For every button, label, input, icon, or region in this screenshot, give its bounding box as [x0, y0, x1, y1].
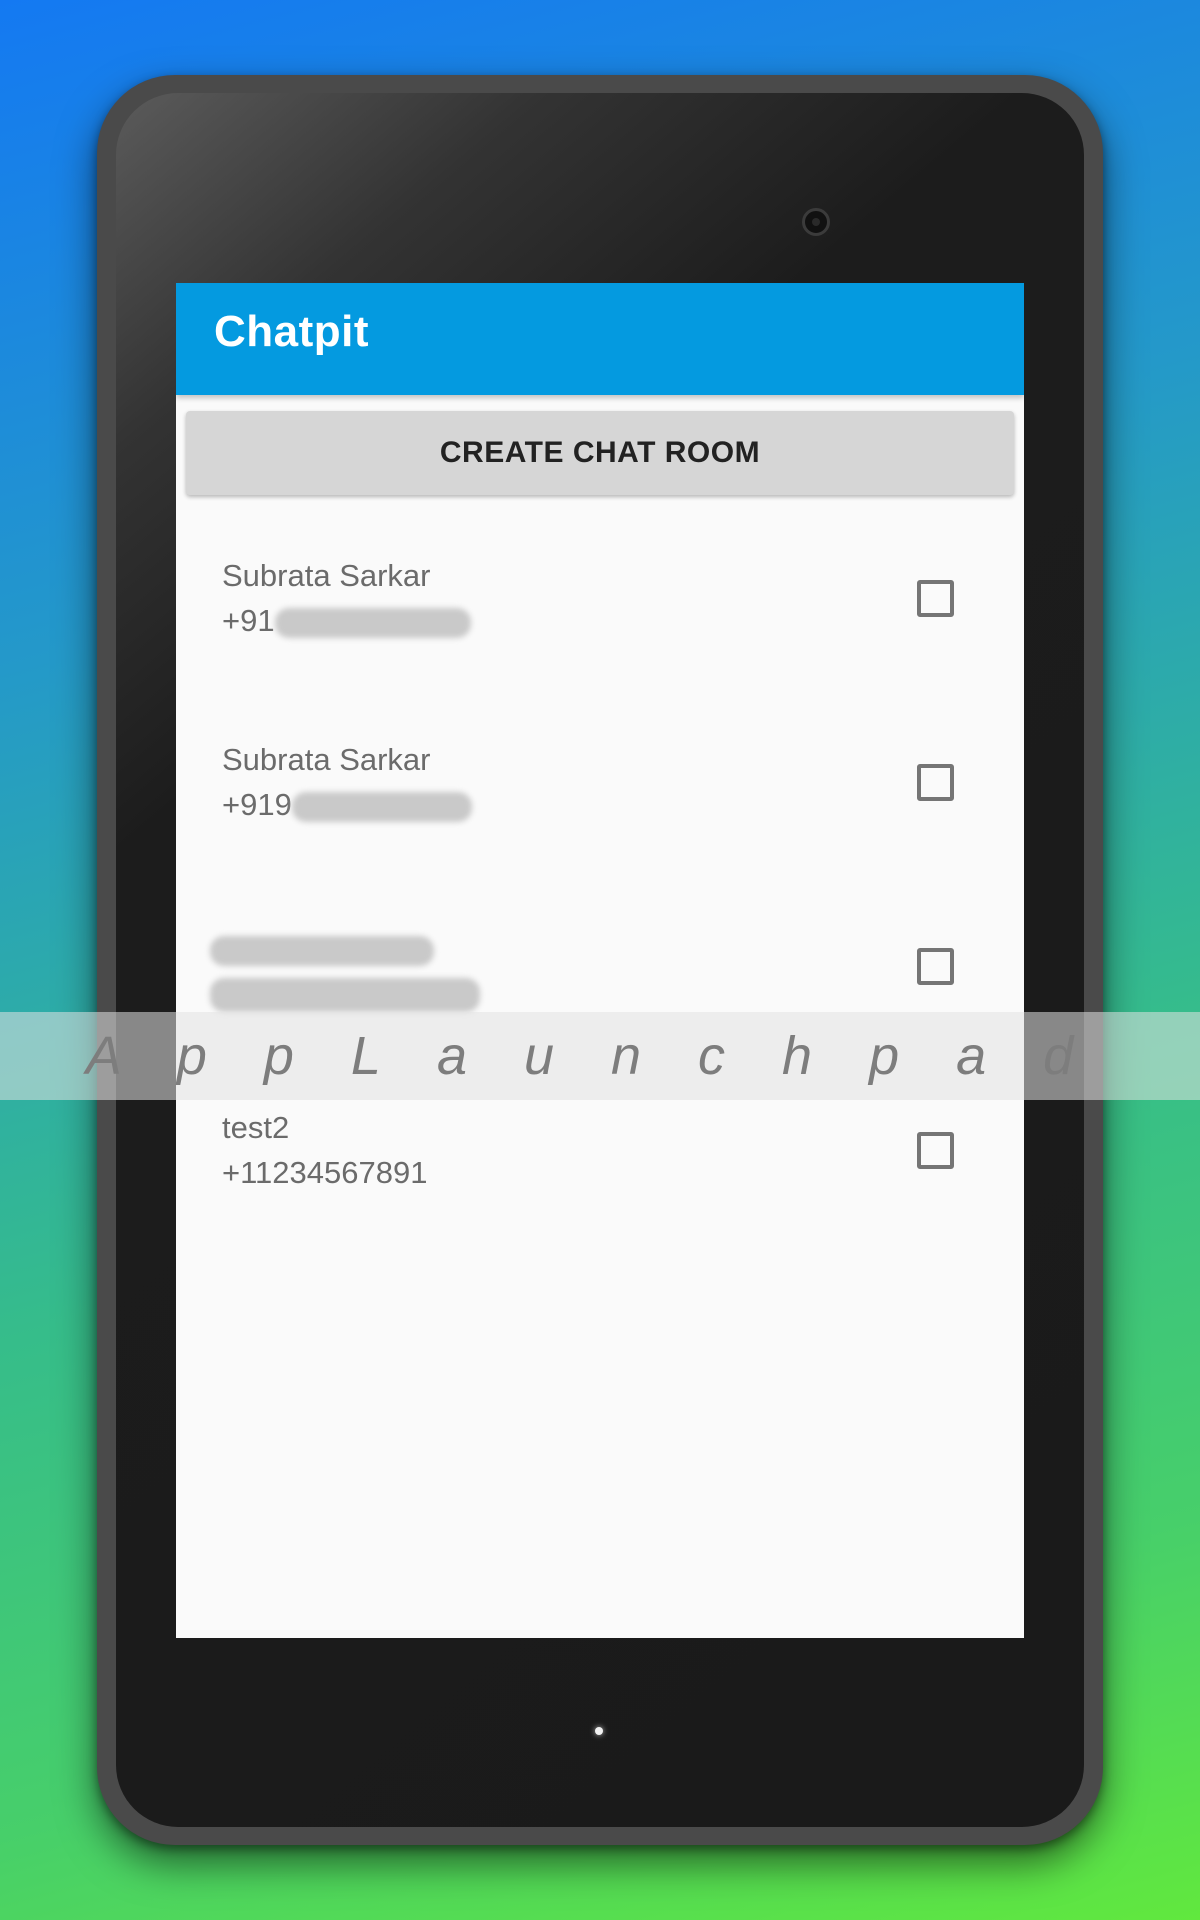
contact-phone: +11234567891	[222, 1155, 428, 1190]
redacted-contact-phone	[210, 977, 480, 1012]
contact-checkbox[interactable]	[917, 764, 954, 801]
contact-name: Subrata Sarkar	[222, 558, 431, 593]
contact-phone	[210, 975, 480, 1012]
contact-row[interactable]: Subrata Sarkar +919	[176, 707, 1024, 891]
contact-phone: +91	[222, 603, 471, 639]
redacted-phone-digits	[274, 607, 471, 638]
contact-name	[210, 931, 434, 967]
contact-checkbox[interactable]	[917, 1132, 954, 1169]
redacted-phone-digits	[291, 791, 472, 822]
contact-row[interactable]: test2 +11234567891	[176, 1075, 1024, 1259]
create-chat-room-button[interactable]: CREATE CHAT ROOM	[186, 411, 1014, 495]
contact-row[interactable]: Subrata Sarkar +91	[176, 523, 1024, 707]
contact-phone-prefix: +919	[222, 787, 292, 822]
contact-name: test2	[222, 1110, 290, 1145]
contact-phone-prefix: +91	[222, 603, 275, 638]
front-camera	[802, 208, 830, 236]
watermark-text: A p p L a u n c h p a d	[85, 1026, 1095, 1086]
app-screen: Chatpit CREATE CHAT ROOM Subrata Sarkar …	[176, 283, 1024, 1638]
app-title: Chatpit	[214, 307, 370, 356]
home-indicator	[595, 1727, 603, 1735]
contact-checkbox[interactable]	[917, 580, 954, 617]
contact-phone: +919	[222, 787, 472, 823]
contact-name: Subrata Sarkar	[222, 742, 431, 777]
app-bar: Chatpit	[176, 283, 1024, 395]
redacted-contact-name	[210, 935, 434, 966]
contact-list: Subrata Sarkar +91 Subrata Sarkar +919 t…	[176, 523, 1024, 1259]
watermark-band: A p p L a u n c h p a d	[0, 1012, 1200, 1100]
contact-checkbox[interactable]	[917, 948, 954, 985]
